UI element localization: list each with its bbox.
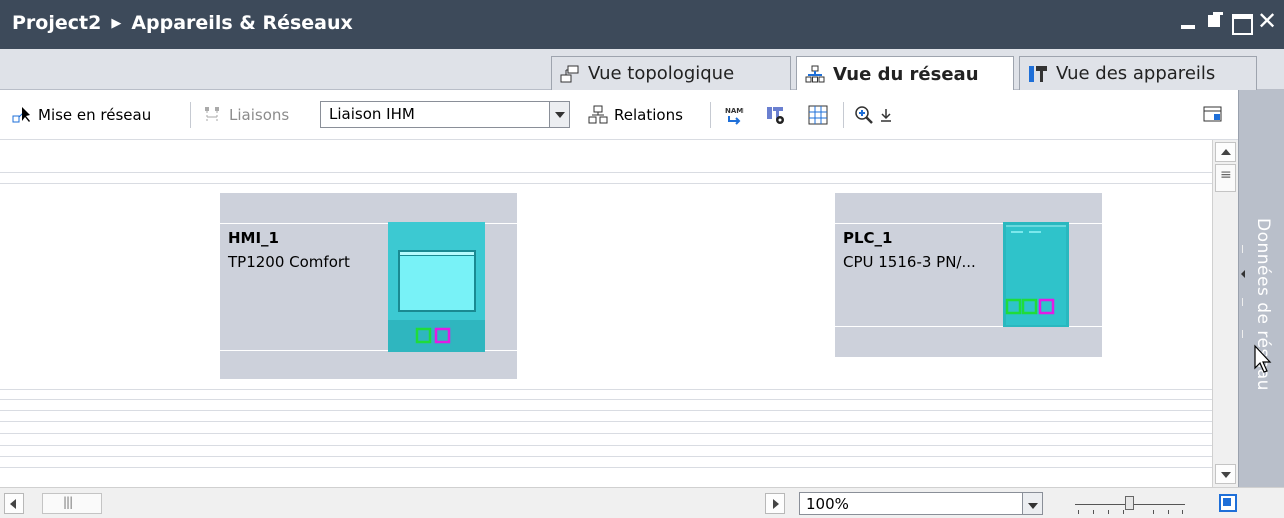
slider-tick bbox=[1108, 510, 1109, 514]
device-type: CPU 1516-3 PN/... bbox=[843, 253, 976, 271]
breadcrumb-separator-icon: ▶ bbox=[111, 16, 122, 31]
show-names-button[interactable]: NAME bbox=[724, 104, 750, 126]
canvas-grid-line bbox=[0, 445, 1212, 446]
toolbar: Mise en réseau Liaisons Liaison IHM Rela… bbox=[0, 90, 1284, 140]
collapse-arrow-icon[interactable] bbox=[1241, 270, 1245, 278]
minimize-icon[interactable] bbox=[1178, 10, 1200, 34]
zoom-slider[interactable] bbox=[1075, 494, 1185, 514]
slider-tick bbox=[1123, 510, 1124, 514]
breadcrumb-current: Appareils & Réseaux bbox=[131, 12, 353, 34]
device-view-icon bbox=[1028, 65, 1048, 83]
canvas-grid-line bbox=[0, 456, 1212, 457]
show-devices-button[interactable] bbox=[766, 104, 792, 126]
vertical-scroll-thumb[interactable] bbox=[1215, 164, 1236, 192]
float-window-icon[interactable] bbox=[1204, 10, 1226, 34]
zoom-level-select[interactable]: 100% bbox=[799, 492, 1043, 515]
scroll-right-icon[interactable] bbox=[765, 493, 785, 514]
network-cursor-icon bbox=[12, 105, 32, 125]
connections-button[interactable]: Liaisons bbox=[203, 104, 289, 126]
canvas-grid-line bbox=[0, 399, 1212, 400]
scroll-left-icon[interactable] bbox=[4, 493, 24, 514]
zoom-slider-thumb[interactable] bbox=[1125, 496, 1134, 510]
canvas-grid-line bbox=[0, 433, 1212, 434]
panel-tick bbox=[1242, 298, 1243, 306]
relations-icon bbox=[588, 105, 608, 125]
breadcrumb: Project2 ▶ Appareils & Réseaux bbox=[12, 12, 353, 34]
view-tabs: Vue topologique Vue du réseau Vue des ap… bbox=[0, 49, 1284, 91]
canvas-grid-line bbox=[0, 389, 1212, 390]
toolbar-divider bbox=[843, 102, 844, 128]
name-display-icon: NAME bbox=[724, 105, 748, 125]
mouse-cursor-icon bbox=[1254, 344, 1272, 373]
slider-tick bbox=[1153, 510, 1154, 514]
maximize-icon[interactable] bbox=[1230, 10, 1253, 35]
network-view-icon bbox=[805, 65, 825, 83]
canvas-grid-line bbox=[0, 172, 1212, 173]
slider-tick bbox=[1182, 510, 1183, 514]
status-bar: 100% bbox=[0, 487, 1284, 518]
toolbar-divider bbox=[190, 102, 191, 128]
network-button[interactable]: Mise en réseau bbox=[12, 104, 151, 126]
window-controls: ✕ bbox=[1178, 9, 1278, 35]
tab-label: Vue du réseau bbox=[833, 63, 979, 85]
network-canvas[interactable]: HMI_1 TP1200 Comfort PLC_1 CPU 1516-3 PN… bbox=[0, 140, 1212, 487]
connections-button-label: Liaisons bbox=[229, 106, 290, 124]
zoom-in-icon bbox=[854, 105, 874, 125]
network-data-panel[interactable]: Données de réseau bbox=[1238, 90, 1284, 487]
breadcrumb-project[interactable]: Project2 bbox=[12, 12, 101, 34]
device-name: PLC_1 bbox=[843, 229, 893, 247]
panel-tick bbox=[1242, 245, 1243, 253]
device-visibility-icon bbox=[766, 105, 786, 125]
chevron-down-icon[interactable] bbox=[549, 102, 569, 127]
relations-button[interactable]: Relations bbox=[588, 104, 683, 126]
network-button-label: Mise en réseau bbox=[38, 106, 152, 124]
close-icon[interactable]: ✕ bbox=[1256, 9, 1278, 34]
connections-icon bbox=[203, 105, 223, 125]
overview-navigation-icon[interactable] bbox=[1219, 494, 1237, 512]
device-type: TP1200 Comfort bbox=[228, 253, 350, 271]
toolbar-divider bbox=[710, 102, 711, 128]
tab-device-view[interactable]: Vue des appareils bbox=[1019, 56, 1257, 90]
device-plc[interactable]: PLC_1 CPU 1516-3 PN/... bbox=[835, 193, 1102, 357]
grid-toggle-button[interactable] bbox=[808, 104, 834, 126]
canvas-grid-line bbox=[0, 421, 1212, 422]
zoom-dropdown-icon[interactable] bbox=[880, 105, 892, 125]
grid-icon bbox=[808, 105, 828, 125]
slider-tick bbox=[1078, 510, 1079, 514]
device-hmi[interactable]: HMI_1 TP1200 Comfort bbox=[220, 193, 517, 379]
horizontal-scroll-thumb[interactable] bbox=[42, 493, 102, 514]
vertical-scrollbar[interactable] bbox=[1212, 140, 1238, 487]
slider-tick bbox=[1093, 510, 1094, 514]
connection-type-value: Liaison IHM bbox=[329, 105, 415, 123]
canvas-grid-line bbox=[0, 410, 1212, 411]
tab-label: Vue topologique bbox=[588, 63, 735, 84]
svg-text:NAME: NAME bbox=[725, 107, 744, 115]
hmi-panel-icon bbox=[388, 222, 485, 352]
scroll-down-icon[interactable] bbox=[1215, 464, 1236, 484]
canvas-grid-line bbox=[0, 183, 1212, 184]
topology-view-icon bbox=[560, 65, 580, 83]
tab-network-view[interactable]: Vue du réseau bbox=[796, 56, 1014, 91]
chevron-down-icon[interactable] bbox=[1022, 493, 1042, 514]
panel-tick bbox=[1242, 330, 1243, 338]
device-name: HMI_1 bbox=[228, 229, 279, 247]
title-bar: Project2 ▶ Appareils & Réseaux ✕ bbox=[0, 0, 1284, 49]
tab-topology-view[interactable]: Vue topologique bbox=[551, 56, 791, 90]
tab-label: Vue des appareils bbox=[1056, 63, 1216, 84]
connection-type-select[interactable]: Liaison IHM bbox=[320, 101, 570, 128]
zoom-level-value: 100% bbox=[806, 495, 849, 513]
scroll-up-icon[interactable] bbox=[1215, 142, 1236, 162]
slider-tick bbox=[1168, 510, 1169, 514]
panel-layout-icon bbox=[1203, 105, 1223, 125]
panel-toggle-button[interactable] bbox=[1203, 104, 1229, 126]
canvas-grid-line bbox=[0, 467, 1212, 468]
plc-cpu-icon bbox=[1003, 222, 1069, 327]
zoom-button[interactable] bbox=[854, 104, 898, 126]
relations-button-label: Relations bbox=[614, 106, 683, 124]
